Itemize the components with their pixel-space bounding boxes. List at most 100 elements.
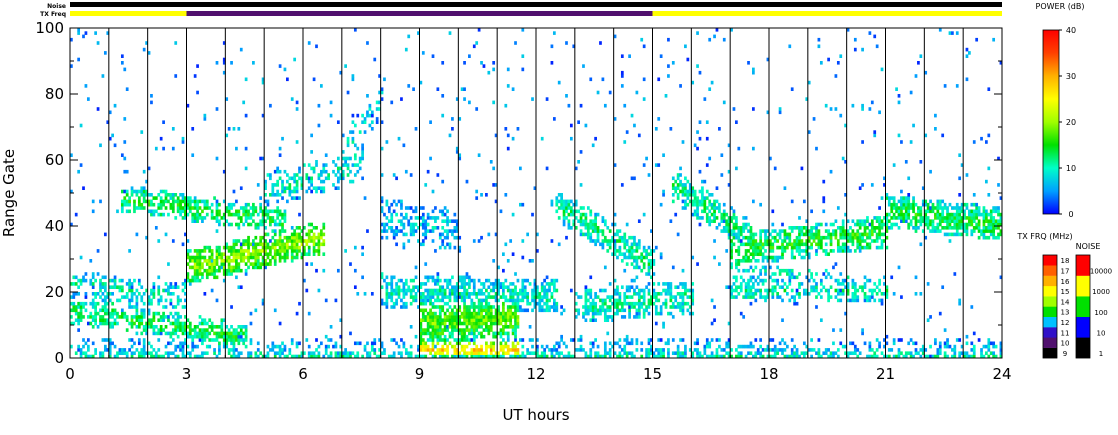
echo-cell (555, 209, 559, 214)
echo-cell (448, 282, 452, 286)
echo-cell (179, 212, 182, 217)
echo-cell (133, 321, 136, 326)
echo-cell (866, 219, 869, 223)
echo-cell (351, 163, 355, 167)
echo-cell (434, 216, 437, 220)
echo-cell (232, 341, 236, 346)
echo-cell (771, 338, 775, 342)
echo-cell (468, 308, 471, 313)
echo-cell (591, 239, 595, 243)
echo-cell (499, 331, 503, 336)
echo-cell (135, 301, 139, 306)
echo-cell (157, 328, 161, 332)
echo-cell (742, 222, 746, 227)
echo-cell (210, 202, 214, 207)
echo-cell (676, 305, 680, 309)
echo-cell (890, 348, 894, 352)
echo-cell (434, 311, 437, 316)
echo-cell (790, 272, 794, 276)
echo-cell (215, 331, 219, 336)
echo-cell (841, 278, 845, 283)
echo-cell (273, 219, 277, 223)
echo-cell (485, 311, 488, 316)
echo-cell (659, 348, 663, 352)
echo-cell (795, 226, 799, 230)
echo-cell (397, 278, 401, 283)
echo-cell (429, 321, 432, 326)
echo-cell (586, 206, 590, 210)
echo-cell (633, 242, 636, 247)
echo-cell (824, 249, 828, 253)
echo-cell (169, 331, 173, 336)
echo-cell (489, 321, 493, 326)
echo-cell (176, 334, 180, 339)
echo-cell (686, 189, 690, 194)
echo-cell (519, 292, 522, 296)
echo-cell (735, 265, 738, 270)
echo-cell (560, 202, 563, 207)
echo-cell (514, 305, 517, 309)
echo-cell (788, 275, 792, 280)
echo-cell (514, 308, 517, 313)
echo-cell (892, 292, 896, 296)
echo-cell (438, 321, 442, 326)
echo-cell (616, 301, 619, 306)
echo-cell (421, 292, 425, 296)
echo-cell (836, 239, 840, 243)
echo-cell (438, 298, 442, 303)
echo-cell (366, 94, 369, 98)
echo-cell (635, 311, 639, 316)
echo-cell (227, 262, 231, 266)
echo-cell (540, 351, 544, 355)
echo-cell (815, 222, 818, 227)
echo-cell (567, 202, 571, 207)
echo-cell (154, 331, 158, 336)
echo-cell (310, 150, 314, 154)
echo-cell (307, 179, 311, 184)
echo-cell (463, 348, 466, 352)
echo-cell (761, 295, 765, 299)
echo-cell (603, 344, 607, 349)
echo-cell (781, 298, 784, 303)
echo-cell (193, 265, 197, 270)
echo-cell (421, 311, 425, 316)
echo-cell (708, 222, 712, 227)
echo-cell (390, 338, 394, 342)
echo-cell (654, 348, 658, 352)
echo-cell (890, 196, 894, 200)
echo-cell (395, 176, 398, 181)
echo-cell (798, 229, 801, 233)
echo-cell (451, 117, 454, 121)
echo-cell (239, 255, 243, 260)
echo-cell (633, 288, 636, 293)
echo-cell (562, 222, 566, 227)
echo-cell (630, 285, 634, 289)
echo-cell (94, 321, 97, 326)
echo-cell (693, 199, 697, 204)
echo-cell (628, 252, 631, 256)
echo-cell (133, 292, 136, 296)
echo-cell (269, 222, 272, 227)
echo-cell (654, 292, 658, 296)
echo-cell (162, 202, 165, 207)
echo-cell (288, 176, 292, 181)
echo-cell (555, 341, 559, 346)
echo-cell (237, 351, 241, 355)
echo-cell (606, 295, 610, 299)
echo-cell (492, 348, 496, 352)
echo-cell (521, 308, 525, 313)
echo-cell (861, 140, 864, 144)
echo-cell (764, 272, 767, 276)
echo-cell (295, 249, 299, 253)
echo-cell (839, 226, 843, 230)
echo-cell (443, 288, 447, 293)
echo-cell (273, 245, 277, 250)
echo-cell (472, 308, 476, 313)
echo-cell (130, 282, 134, 286)
echo-cell (487, 305, 491, 309)
echo-cell (790, 229, 794, 233)
echo-cell (902, 206, 906, 210)
echo-cell (436, 334, 440, 339)
echo-cell (856, 235, 860, 240)
echo-cell (453, 298, 457, 303)
